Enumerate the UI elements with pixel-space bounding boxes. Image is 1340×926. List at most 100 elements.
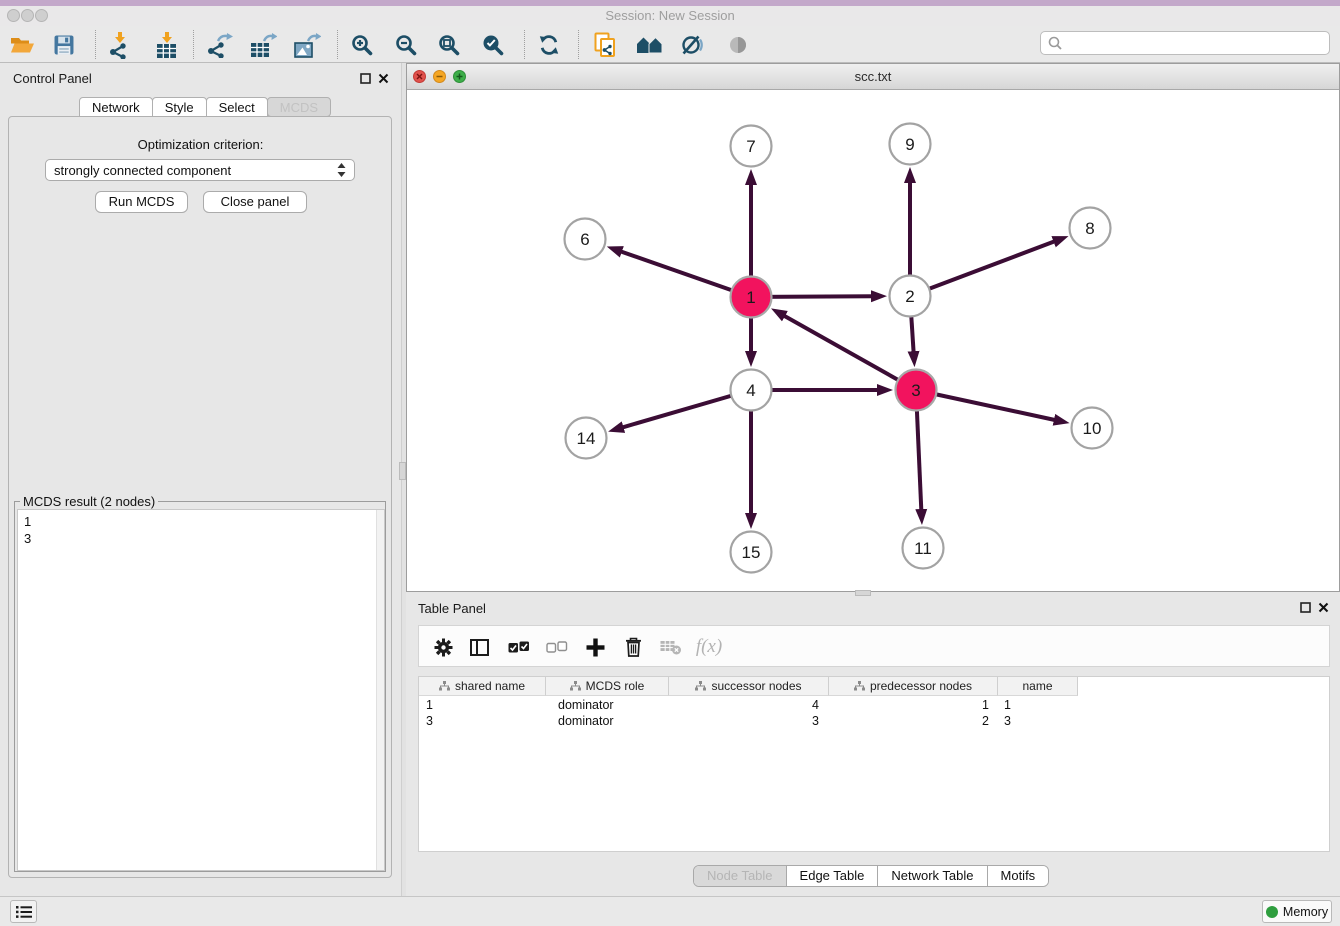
svg-text:2: 2 [905,287,914,306]
window-minimize-button[interactable] [21,9,34,22]
zoom-out-button[interactable] [390,30,422,60]
zoom-in-button[interactable] [346,30,378,60]
svg-text:3: 3 [911,381,920,400]
column-header-mcds-role[interactable]: MCDS role [546,677,669,696]
network-zoom-button[interactable] [453,70,466,83]
window-zoom-button[interactable] [35,9,48,22]
graph-edge-2-8[interactable] [910,241,1055,296]
network-graph[interactable]: 7 9 6 8 1 2 4 3 14 10 15 11 [407,90,1339,591]
network-from-file-button[interactable] [589,30,621,60]
export-table-button[interactable] [246,30,280,60]
export-table-icon [250,33,277,58]
table-row[interactable]: 3 dominator 3 2 3 [419,713,1329,729]
graph-node-6[interactable]: 6 [565,219,606,260]
toolbar-separator [524,30,525,59]
table-row[interactable]: 1 dominator 4 1 1 [419,697,1329,713]
network-view-titlebar[interactable]: scc.txt [407,64,1339,90]
open-session-button[interactable] [6,30,38,60]
graph-node-8[interactable]: 8 [1070,208,1111,249]
graph-node-2[interactable]: 2 [890,276,931,317]
column-header-successor-nodes[interactable]: successor nodes [669,677,829,696]
save-session-button[interactable] [48,30,80,60]
graph-edge-3-1[interactable] [784,316,916,390]
tab-edge-table[interactable]: Edge Table [787,866,879,886]
tab-mcds[interactable]: MCDS [267,97,331,117]
import-table-button[interactable] [150,30,182,60]
mcds-result-line: 1 [24,513,384,530]
table-panel-close-button[interactable] [1317,601,1330,614]
tab-select[interactable]: Select [206,97,268,117]
tab-node-table[interactable]: Node Table [694,866,787,886]
zoom-out-icon [395,34,417,56]
toolbar-separator [337,30,338,59]
column-header-predecessor-nodes[interactable]: predecessor nodes [829,677,998,696]
graph-node-10[interactable]: 10 [1072,408,1113,449]
task-history-button[interactable] [10,900,37,923]
tab-motifs[interactable]: Motifs [988,866,1049,886]
mcds-result-textarea[interactable]: 1 3 [17,509,385,871]
save-icon [54,35,74,55]
hide-view-button[interactable] [676,30,710,60]
window-close-button[interactable] [7,9,20,22]
graph-node-9[interactable]: 9 [890,124,931,165]
tab-network[interactable]: Network [79,97,153,117]
home-icon [636,36,664,54]
network-close-button[interactable] [413,70,426,83]
vertical-splitter-grip[interactable] [399,462,406,480]
tab-network-table[interactable]: Network Table [878,866,987,886]
import-network-button[interactable] [103,30,135,60]
tree-icon [570,681,581,691]
search-input[interactable] [1067,34,1329,52]
search-field[interactable] [1040,31,1330,55]
select-all-columns-button[interactable] [503,632,535,662]
result-scrollbar[interactable] [376,510,384,870]
apply-layout-button[interactable] [533,30,565,60]
table-settings-button[interactable] [428,632,458,662]
graph-node-1[interactable]: 1 [731,277,772,318]
show-view-button[interactable] [721,30,755,60]
criterion-dropdown[interactable]: strongly connected component [45,159,355,181]
home-button[interactable] [633,30,667,60]
control-panel-float-button[interactable] [359,72,372,85]
import-network-icon [108,32,131,59]
graph-node-14[interactable]: 14 [566,418,607,459]
column-header-shared-name[interactable]: shared name [419,677,546,696]
float-icon [1300,602,1311,613]
table-toolbar: f(x) [418,625,1330,667]
graph-node-7[interactable]: 7 [731,126,772,167]
trash-icon [625,637,642,657]
function-builder-button[interactable]: f(x) [691,632,727,662]
toolbar-separator [578,30,579,59]
create-column-button[interactable] [579,632,611,662]
delete-column-button[interactable] [617,632,649,662]
tab-style[interactable]: Style [152,97,207,117]
delete-table-button[interactable] [655,632,687,662]
svg-text:15: 15 [742,543,761,562]
zoom-fit-button[interactable] [433,30,465,60]
table-panel-float-button[interactable] [1299,601,1312,614]
deselect-all-icon [546,640,568,654]
column-layout-button[interactable] [464,632,494,662]
close-panel-button[interactable]: Close panel [203,191,307,213]
control-panel-close-button[interactable] [377,72,390,85]
graph-node-4[interactable]: 4 [731,370,772,411]
graph-node-11[interactable]: 11 [903,528,944,569]
column-header-name[interactable]: name [998,677,1078,696]
node-table: shared name MCDS role successor nodes pr… [418,676,1330,852]
deselect-all-columns-button[interactable] [541,632,573,662]
horizontal-splitter-grip[interactable] [855,590,871,596]
svg-text:14: 14 [577,429,596,448]
tree-icon [695,681,706,691]
graph-node-3[interactable]: 3 [896,370,937,411]
delete-table-icon [660,640,682,655]
export-network-button[interactable] [202,30,236,60]
network-minimize-button[interactable] [433,70,446,83]
run-mcds-button[interactable]: Run MCDS [95,191,188,213]
graph-node-15[interactable]: 15 [731,532,772,573]
window-title: Session: New Session [0,6,1340,26]
zoom-selected-button[interactable] [477,30,509,60]
export-image-button[interactable] [290,30,324,60]
network-view-window: scc.txt 7 9 6 8 1 2 4 3 14 10 15 11 [406,63,1340,592]
memory-button[interactable]: Memory [1262,900,1332,923]
criterion-value: strongly connected component [54,163,337,178]
